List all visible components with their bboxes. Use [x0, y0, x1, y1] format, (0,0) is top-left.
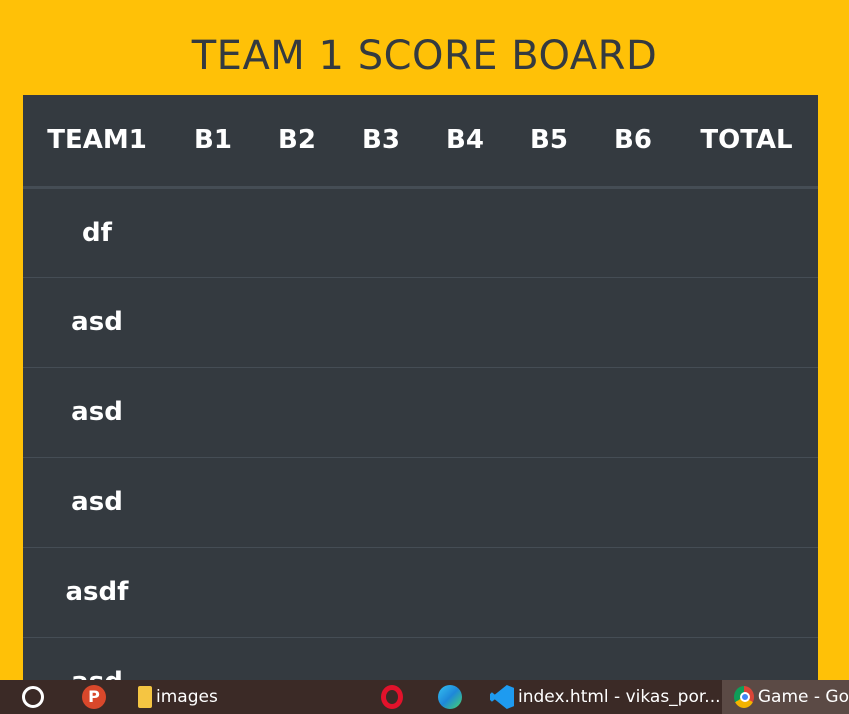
score-table-container: TEAM1 B1 B2 B3 B4 B5 B6 TOTAL df asd asd… — [23, 95, 818, 714]
player-name: asd — [23, 366, 171, 457]
player-name: asdf — [23, 546, 171, 637]
chrome-taskbar-button[interactable]: Game - Go — [722, 680, 849, 714]
score-cell — [171, 276, 255, 367]
header-b1: B1 — [171, 95, 255, 189]
score-cell — [171, 456, 255, 547]
table-row: asd — [23, 366, 818, 457]
score-cell — [255, 456, 339, 547]
score-cell — [255, 276, 339, 367]
score-cell — [507, 186, 591, 277]
score-cell — [423, 546, 507, 637]
score-cell — [339, 546, 423, 637]
score-cell — [507, 456, 591, 547]
score-cell — [591, 546, 675, 637]
score-table: TEAM1 B1 B2 B3 B4 B5 B6 TOTAL df asd asd… — [23, 95, 818, 714]
folder-icon — [138, 686, 152, 708]
score-cell — [507, 276, 591, 367]
table-header-row: TEAM1 B1 B2 B3 B4 B5 B6 TOTAL — [23, 95, 818, 189]
header-b3: B3 — [339, 95, 423, 189]
total-cell — [675, 186, 818, 277]
page-title: TEAM 1 SCORE BOARD — [191, 33, 658, 79]
header-total: TOTAL — [675, 95, 818, 189]
table-row: asd — [23, 276, 818, 367]
score-cell — [591, 366, 675, 457]
player-name: df — [23, 186, 171, 277]
header-b6: B6 — [591, 95, 675, 189]
total-cell — [675, 366, 818, 457]
total-cell — [675, 276, 818, 367]
page: TEAM 1 SCORE BOARD TEAM1 B1 B2 B3 B4 B5 … — [0, 0, 849, 714]
score-cell — [255, 366, 339, 457]
table-row: asd — [23, 456, 818, 547]
score-cell — [507, 366, 591, 457]
score-cell — [591, 186, 675, 277]
total-cell — [675, 546, 818, 637]
vscode-taskbar-button[interactable]: index.html - vikas_por... — [490, 680, 721, 714]
score-cell — [423, 366, 507, 457]
windows-taskbar: P images index.html - vikas_por... Game … — [0, 680, 849, 714]
score-cell — [255, 546, 339, 637]
score-cell — [255, 186, 339, 277]
score-cell — [507, 546, 591, 637]
vscode-window-label: index.html - vikas_por... — [518, 687, 721, 707]
score-cell — [339, 186, 423, 277]
header-team1: TEAM1 — [23, 95, 171, 189]
vscode-icon — [490, 685, 514, 709]
edge-taskbar-button[interactable] — [438, 680, 462, 714]
opera-icon — [381, 685, 403, 709]
chrome-window-label: Game - Go — [757, 687, 849, 707]
score-cell — [339, 276, 423, 367]
header-b5: B5 — [507, 95, 591, 189]
explorer-window-label: images — [156, 687, 218, 707]
psiphon-icon: P — [82, 685, 106, 709]
cortana-icon — [22, 686, 44, 708]
header-b4: B4 — [423, 95, 507, 189]
explorer-taskbar-button[interactable]: images — [138, 680, 218, 714]
score-cell — [171, 546, 255, 637]
score-cell — [171, 186, 255, 277]
score-cell — [423, 186, 507, 277]
psiphon-taskbar-button[interactable]: P — [82, 680, 106, 714]
score-cell — [591, 456, 675, 547]
score-cell — [591, 276, 675, 367]
edge-icon — [438, 685, 462, 709]
cortana-button[interactable] — [22, 680, 44, 714]
table-row: df — [23, 186, 818, 277]
player-name: asd — [23, 456, 171, 547]
score-cell — [423, 456, 507, 547]
chrome-icon — [734, 686, 754, 708]
score-cell — [423, 276, 507, 367]
table-row: asdf — [23, 546, 818, 637]
opera-taskbar-button[interactable] — [381, 680, 403, 714]
total-cell — [675, 456, 818, 547]
header-b2: B2 — [255, 95, 339, 189]
score-cell — [171, 366, 255, 457]
score-cell — [339, 366, 423, 457]
score-cell — [339, 456, 423, 547]
player-name: asd — [23, 276, 171, 367]
